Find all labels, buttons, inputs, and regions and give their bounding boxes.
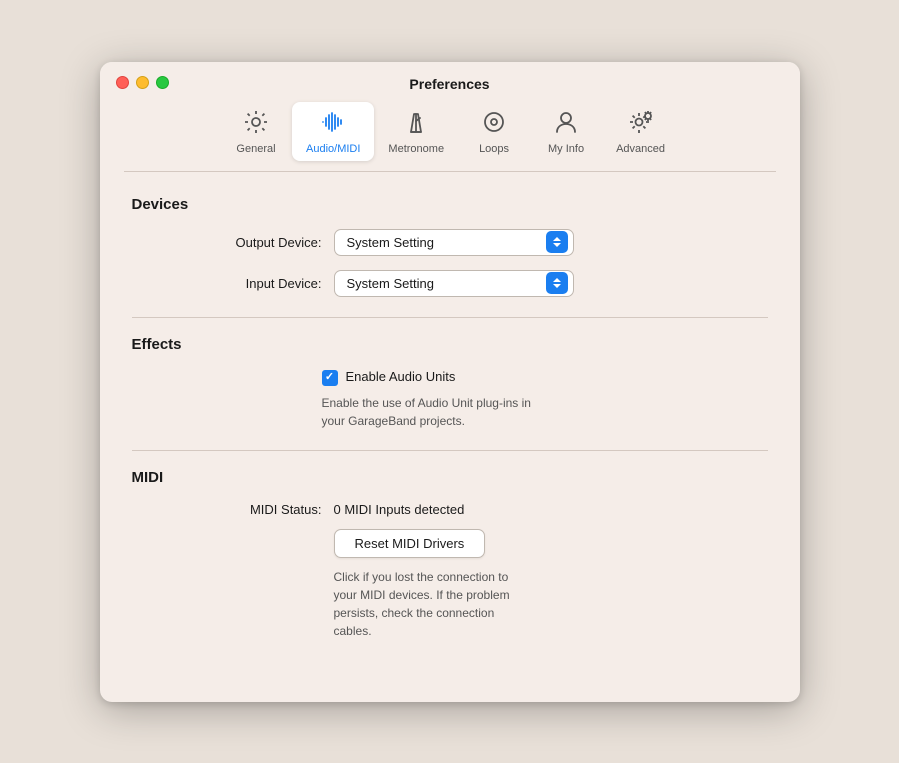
- input-device-select[interactable]: System Setting: [334, 270, 574, 297]
- checkmark-icon: ✓: [325, 372, 334, 383]
- close-button[interactable]: [116, 76, 129, 89]
- audio-midi-icon: [319, 108, 347, 140]
- tab-general[interactable]: General: [220, 102, 292, 161]
- tab-advanced[interactable]: Advanced: [602, 102, 679, 161]
- toolbar: General Audio/MIDI: [100, 92, 800, 171]
- tab-my-info[interactable]: My Info: [530, 102, 602, 161]
- effects-midi-divider: [132, 450, 768, 451]
- tab-loops-label: Loops: [479, 143, 509, 155]
- midi-status-label: MIDI Status:: [192, 502, 322, 517]
- effects-title: Effects: [132, 336, 768, 353]
- maximize-button[interactable]: [156, 76, 169, 89]
- enable-audio-units-label: Enable Audio Units: [346, 369, 456, 384]
- devices-effects-divider: [132, 317, 768, 318]
- preferences-window: Preferences General: [100, 62, 800, 702]
- reset-midi-drivers-button[interactable]: Reset MIDI Drivers: [334, 529, 486, 558]
- input-device-row: Input Device: System Setting: [132, 270, 768, 297]
- gear-advanced-icon: [627, 108, 655, 140]
- tab-audio-midi-label: Audio/MIDI: [306, 143, 360, 155]
- enable-audio-units-row: ✓ Enable Audio Units: [132, 369, 768, 386]
- devices-section: Devices Output Device: System Setting In…: [132, 196, 768, 297]
- tab-metronome[interactable]: Metronome: [374, 102, 458, 161]
- tab-loops[interactable]: Loops: [458, 102, 530, 161]
- output-device-select-wrapper: System Setting: [334, 229, 574, 256]
- loops-icon: [480, 108, 508, 140]
- minimize-button[interactable]: [136, 76, 149, 89]
- gear-icon: [242, 108, 270, 140]
- tab-advanced-label: Advanced: [616, 143, 665, 155]
- output-device-row: Output Device: System Setting: [132, 229, 768, 256]
- output-device-select[interactable]: System Setting: [334, 229, 574, 256]
- enable-audio-units-checkbox[interactable]: ✓: [322, 370, 338, 386]
- midi-section: MIDI MIDI Status: 0 MIDI Inputs detected…: [132, 469, 768, 640]
- input-device-label: Input Device:: [192, 276, 322, 291]
- midi-status-row: MIDI Status: 0 MIDI Inputs detected: [132, 502, 768, 517]
- input-device-select-wrapper: System Setting: [334, 270, 574, 297]
- window-title: Preferences: [409, 76, 489, 92]
- midi-title: MIDI: [132, 469, 768, 486]
- output-device-label: Output Device:: [192, 235, 322, 250]
- effects-description: Enable the use of Audio Unit plug-ins in…: [132, 394, 552, 430]
- midi-status-value: 0 MIDI Inputs detected: [334, 502, 465, 517]
- person-icon: [552, 108, 580, 140]
- tab-metronome-label: Metronome: [388, 143, 444, 155]
- metronome-icon: [402, 108, 430, 140]
- traffic-lights: [116, 76, 169, 89]
- tab-my-info-label: My Info: [548, 143, 584, 155]
- tab-general-label: General: [236, 143, 275, 155]
- effects-section: Effects ✓ Enable Audio Units Enable the …: [132, 336, 768, 430]
- devices-title: Devices: [132, 196, 768, 213]
- tab-audio-midi[interactable]: Audio/MIDI: [292, 102, 374, 161]
- title-bar: Preferences: [100, 62, 800, 92]
- content-area: Devices Output Device: System Setting In…: [100, 172, 800, 702]
- midi-reset-description: Click if you lost the connection to your…: [132, 568, 512, 640]
